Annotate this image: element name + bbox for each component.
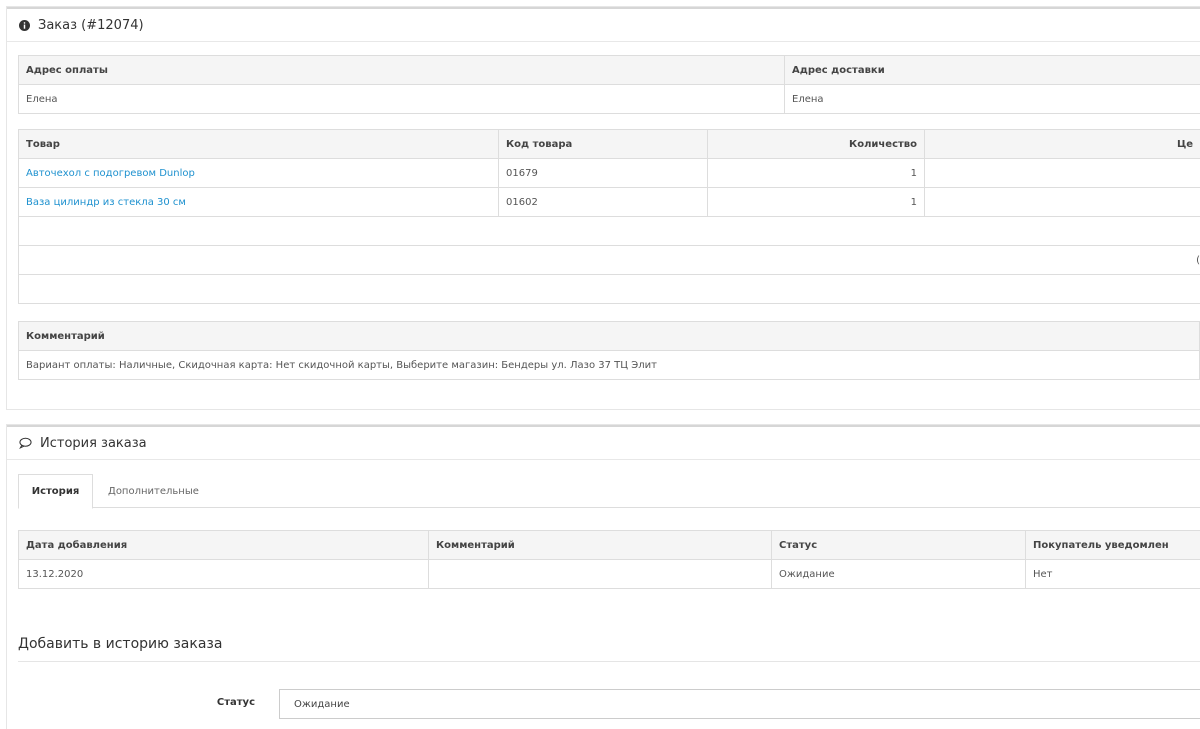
history-comment [428,559,772,589]
totals-fragment: ( [1196,254,1200,266]
divider [18,661,1200,662]
product-code-header: Код товара [498,129,708,159]
history-notified: Нет [1025,559,1200,589]
history-date: 13.12.2020 [18,559,429,589]
comment-text: Вариант оплаты: Наличные, Скидочная карт… [18,350,1200,380]
order-panel-title: Заказ (#12074) [38,17,144,33]
history-status-header: Статус [771,530,1026,560]
comment-table: Комментарий Вариант оплаты: Наличные, Ск… [18,321,1200,380]
history-status: Ожидание [771,559,1026,589]
history-tabs: История Дополнительные [18,474,1200,509]
info-icon [19,19,30,31]
product-link[interactable]: Авточехол с подогревом Dunlop [26,168,195,179]
shipping-address-value: Елена [784,84,1200,114]
totals-row [18,216,1200,246]
totals-row [18,274,1200,304]
product-link[interactable]: Ваза цилиндр из стекла 30 см [26,197,186,208]
status-select[interactable]: Ожидание [279,689,1200,719]
product-price [924,187,1200,217]
history-table: Дата добавления Комментарий Статус Покуп… [18,530,1200,589]
add-history-title: Добавить в историю заказа [18,636,223,652]
history-panel-header: История заказа [7,425,1200,460]
product-qty: 1 [707,158,925,188]
table-row: 13.12.2020 Ожидание Нет [18,559,1200,589]
address-table: Адрес оплаты Адрес доставки Елена Елена [18,55,1200,114]
table-row: Ваза цилиндр из стекла 30 см 01602 1 [18,187,1200,217]
status-label: Статус [216,697,255,708]
product-code: 01602 [498,187,708,217]
product-qty: 1 [707,187,925,217]
product-price [924,158,1200,188]
history-date-header: Дата добавления [18,530,429,560]
payment-address-value: Елена [18,84,785,114]
product-price-header: Це [924,129,1200,159]
history-notified-header: Покупатель уведомлен [1025,530,1200,560]
history-comment-header: Комментарий [428,530,772,560]
totals-row: ( [18,245,1200,275]
product-name-header: Товар [18,129,499,159]
products-table: Товар Код товара Количество Це Авточехол… [18,129,1200,304]
product-code: 01679 [498,158,708,188]
shipping-address-header: Адрес доставки [784,55,1200,85]
product-qty-header: Количество [707,129,925,159]
comment-icon [19,437,32,449]
tab-additional[interactable]: Дополнительные [96,474,211,508]
table-row: Авточехол с подогревом Dunlop 01679 1 [18,158,1200,188]
history-panel-title: История заказа [40,435,147,451]
comment-header: Комментарий [18,321,1200,351]
status-select-value: Ожидание [294,698,350,710]
payment-address-header: Адрес оплаты [18,55,785,85]
order-panel-header: Заказ (#12074) [7,7,1200,42]
tab-history[interactable]: История [18,474,93,509]
